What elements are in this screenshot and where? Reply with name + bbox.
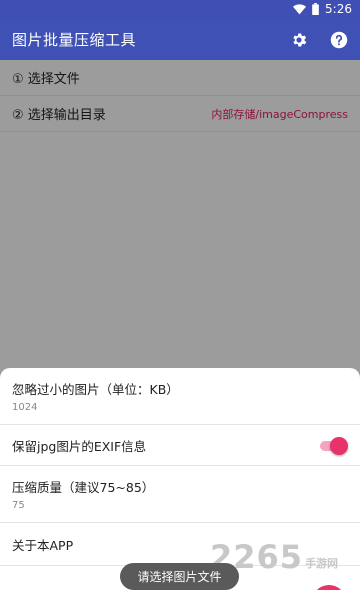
app-actions — [290, 31, 348, 49]
keep-exif-row[interactable]: 保留jpg图片的EXIF信息 — [0, 425, 360, 466]
watermark-site: 手游网 — [305, 557, 339, 570]
battery-icon — [312, 3, 319, 15]
quality-value: 75 — [12, 500, 25, 511]
help-icon[interactable] — [330, 31, 348, 49]
ignore-small-title: 忽略过小的图片（单位：KB） — [12, 382, 179, 397]
ignore-small-value: 1024 — [12, 402, 38, 413]
ignore-small-row[interactable]: 忽略过小的图片（单位：KB） 1024 — [0, 368, 360, 425]
keep-exif-title: 保留jpg图片的EXIF信息 — [12, 438, 147, 454]
wifi-icon — [293, 3, 307, 15]
quality-row[interactable]: 压缩质量（建议75~85） 75 — [0, 466, 360, 523]
status-bar: 5:26 — [0, 0, 360, 19]
quality-title: 压缩质量（建议75~85） — [12, 480, 155, 495]
toggle-knob — [330, 437, 348, 455]
app-title: 图片批量压缩工具 — [12, 31, 137, 49]
gear-icon[interactable] — [290, 31, 308, 49]
keep-exif-toggle[interactable] — [318, 435, 348, 455]
watermark-small: 手游网 — [305, 555, 338, 571]
app-bar: 图片批量压缩工具 — [0, 19, 360, 60]
status-icons: 5:26 — [293, 2, 352, 16]
status-time: 5:26 — [325, 2, 352, 16]
toast-text: 请选择图片文件 — [137, 570, 222, 584]
toast: 请选择图片文件 — [120, 563, 239, 590]
